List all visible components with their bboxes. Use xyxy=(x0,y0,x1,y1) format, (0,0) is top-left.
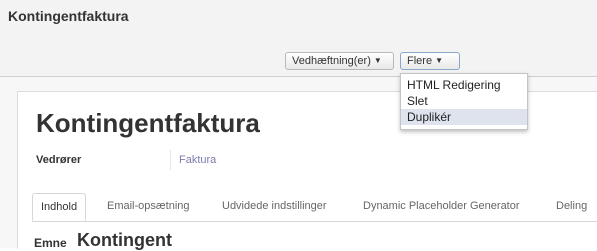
control-panel: Kontingentfaktura Vedhæftning(er) ▼ Flere… xyxy=(0,0,597,77)
notebook-tabs: Indhold Email-opsætning Udvidede indstil… xyxy=(32,193,597,222)
more-dropdown-menu: HTML Redigering Slet Duplikér xyxy=(400,73,528,130)
related-model-value[interactable]: Faktura xyxy=(170,150,216,170)
caret-down-icon: ▼ xyxy=(435,56,443,65)
menu-item-delete[interactable]: Slet xyxy=(401,93,527,109)
menu-item-duplicate[interactable]: Duplikér xyxy=(401,109,527,125)
tab-content[interactable]: Indhold xyxy=(32,193,87,221)
attachments-button[interactable]: Vedhæftning(er) ▼ xyxy=(285,52,394,70)
related-model-label: Vedrører xyxy=(36,154,82,166)
breadcrumb[interactable]: Kontingentfaktura xyxy=(8,8,129,24)
caret-down-icon: ▼ xyxy=(373,56,382,65)
tab-advanced-settings[interactable]: Udvidede indstillinger xyxy=(222,193,327,221)
more-button-label: Flere xyxy=(407,55,433,67)
tab-email-settings[interactable]: Email-opsætning xyxy=(107,193,190,221)
tab-sharing[interactable]: Deling xyxy=(556,193,587,221)
more-button[interactable]: Flere ▼ xyxy=(400,52,460,70)
record-title: Kontingentfaktura xyxy=(36,108,260,138)
menu-item-html-edit[interactable]: HTML Redigering xyxy=(401,77,527,93)
attachments-button-label: Vedhæftning(er) xyxy=(292,55,371,67)
tab-dynamic-placeholder[interactable]: Dynamic Placeholder Generator xyxy=(363,193,520,221)
